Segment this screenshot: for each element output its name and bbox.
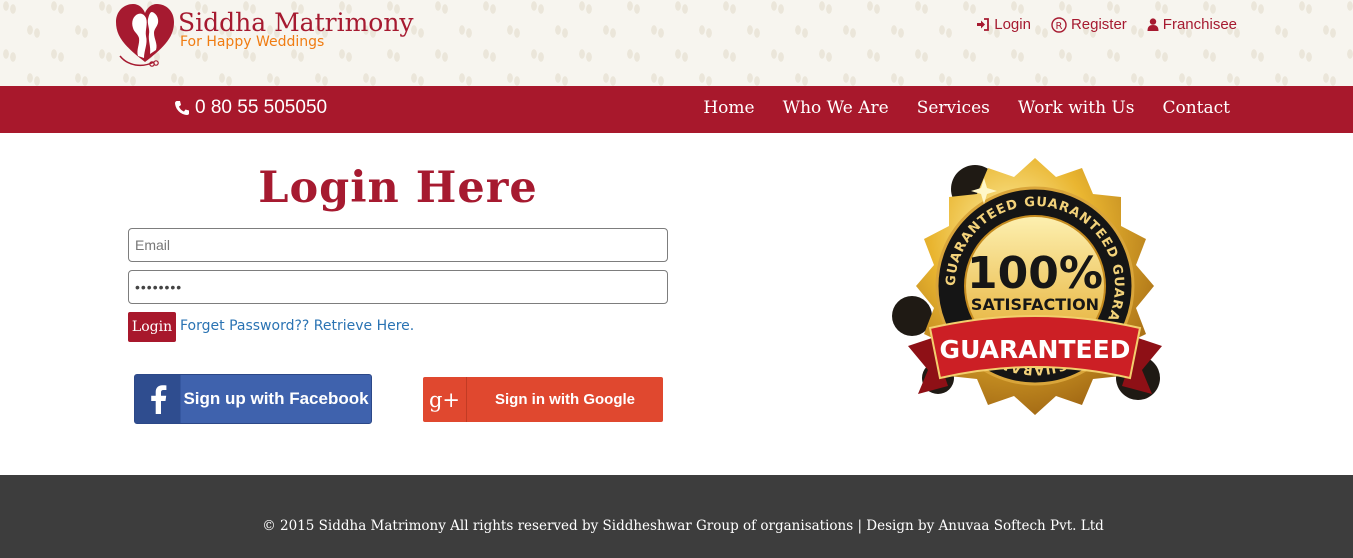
facebook-signup-label: Sign up with Facebook (183, 389, 369, 408)
facebook-icon-box (135, 375, 181, 423)
brand-logo[interactable]: Siddha Matrimony For Happy Weddings (114, 2, 414, 68)
nav-item-services[interactable]: Services (917, 98, 990, 118)
badge-banner-text: GUARANTEED (940, 335, 1131, 364)
phone-icon (175, 101, 189, 115)
satisfaction-guaranteed-badge: GUARANTEED GUARANTEED GUARANTEED GUARANT… (892, 158, 1162, 415)
registered-icon: R (1051, 16, 1067, 33)
password-input[interactable] (128, 270, 668, 304)
svg-text:R: R (1055, 21, 1062, 32)
nav-item-work-with-us[interactable]: Work with Us (1018, 98, 1135, 118)
top-link-login[interactable]: Login (976, 16, 1031, 33)
top-link-register-label: Register (1070, 16, 1127, 33)
login-heading: Login Here (258, 163, 538, 213)
header: Siddha Matrimony For Happy Weddings Logi… (0, 0, 1353, 86)
footer: © 2015 Siddha Matrimony All rights reser… (0, 475, 1353, 558)
top-link-franchisee[interactable]: Franchisee (1147, 16, 1237, 33)
nav-item-who-we-are[interactable]: Who We Are (783, 98, 889, 118)
user-icon (1147, 18, 1159, 31)
top-link-franchisee-label: Franchisee (1162, 16, 1237, 33)
facebook-icon (150, 385, 166, 414)
email-input[interactable] (128, 228, 668, 262)
phone-contact: 0 80 55 505050 (174, 97, 327, 119)
top-link-register[interactable]: R Register (1051, 16, 1127, 33)
nav-menu: Home Who We Are Services Work with Us Co… (703, 98, 1230, 118)
forgot-password-link[interactable]: Forget Password?? Retrieve Here. (180, 318, 414, 334)
nav-item-home[interactable]: Home (703, 98, 754, 118)
brand-title: Siddha Matrimony (178, 8, 414, 37)
brand-tagline: For Happy Weddings (180, 34, 325, 50)
phone-number: 0 80 55 505050 (195, 97, 328, 118)
copyright-text: © 2015 Siddha Matrimony All rights reser… (262, 518, 1104, 534)
top-links: Login R Register Franchisee (976, 16, 1237, 33)
google-signin-button[interactable]: g+ Sign in with Google (423, 377, 663, 422)
login-submit-button[interactable]: Login (128, 312, 176, 342)
top-link-login-label: Login (994, 16, 1031, 33)
badge-percent: 100% (967, 248, 1103, 299)
google-plus-icon: g+ (423, 377, 467, 422)
nav-item-contact[interactable]: Contact (1162, 98, 1230, 118)
couple-heart-logo-icon (116, 4, 174, 67)
main-navbar: 0 80 55 505050 Home Who We Are Services … (0, 86, 1353, 133)
sign-in-icon (977, 18, 990, 31)
facebook-signup-button[interactable]: Sign up with Facebook (134, 374, 372, 424)
google-signin-label: Sign in with Google (495, 391, 635, 408)
badge-subtitle: SATISFACTION (971, 295, 1099, 314)
